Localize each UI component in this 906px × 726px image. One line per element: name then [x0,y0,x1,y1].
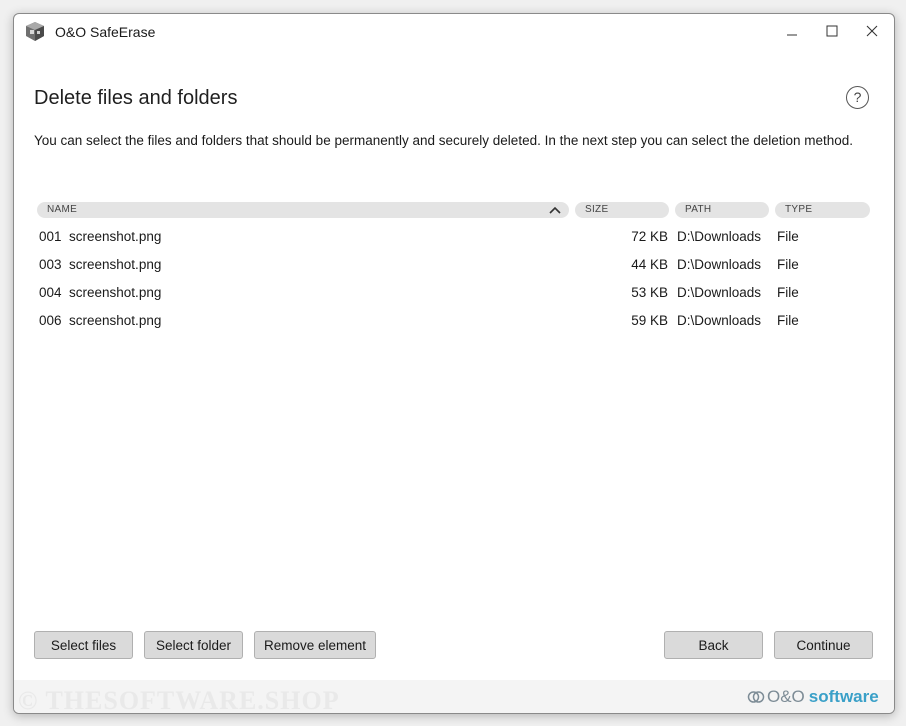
back-button[interactable]: Back [664,631,763,659]
cell-path: D:\Downloads [677,229,762,244]
column-header-type[interactable]: TYPE [775,202,870,218]
cell-size: 53 KB [631,285,668,300]
table-row[interactable]: 001 screenshot.png 72 KB D:\Downloads Fi… [14,224,894,252]
column-header-label: PATH [685,204,712,215]
app-window: O&O SafeErase Delete files and folders ?… [13,13,895,714]
cell-path: D:\Downloads [677,257,762,272]
oo-logo-icon [747,691,765,703]
title-bar[interactable]: O&O SafeErase [14,14,894,50]
column-header-label: TYPE [785,204,813,215]
cell-size: 59 KB [631,313,668,328]
cell-size: 44 KB [631,257,668,272]
cell-size: 72 KB [631,229,668,244]
cell-type: File [777,257,799,272]
cell-type: File [777,313,799,328]
maximize-icon [826,25,838,37]
column-header-size[interactable]: SIZE [575,202,669,218]
column-header-path[interactable]: PATH [675,202,769,218]
maximize-button[interactable] [812,14,852,48]
cell-path: D:\Downloads [677,313,762,328]
continue-button[interactable]: Continue [774,631,873,659]
minimize-button[interactable] [772,14,812,48]
remove-element-button[interactable]: Remove element [254,631,376,659]
brand-suffix: software [808,687,879,706]
help-icon[interactable]: ? [846,86,869,109]
cell-type: File [777,229,799,244]
table-row[interactable]: 006 screenshot.png 59 KB D:\Downloads Fi… [14,308,894,336]
watermark: © THESOFTWARE.SHOP [18,686,340,714]
table-row[interactable]: 003 screenshot.png 44 KB D:\Downloads Fi… [14,252,894,280]
page-description: You can select the files and folders tha… [34,133,854,148]
cell-name: 001 screenshot.png [39,229,162,244]
cell-name: 004 screenshot.png [39,285,162,300]
cell-name: 006 screenshot.png [39,313,162,328]
close-icon [866,25,878,37]
footer-bar: © THESOFTWARE.SHOP O&O software [14,680,894,713]
cell-path: D:\Downloads [677,285,762,300]
page-title: Delete files and folders [34,87,238,109]
select-files-button[interactable]: Select files [34,631,133,659]
cell-type: File [777,285,799,300]
brand-prefix: O&O [767,687,805,706]
minimize-icon [787,34,797,36]
table-row[interactable]: 004 screenshot.png 53 KB D:\Downloads Fi… [14,280,894,308]
cell-name: 003 screenshot.png [39,257,162,272]
chevron-up-icon [549,206,561,214]
window-title: O&O SafeErase [55,24,156,40]
close-button[interactable] [852,14,892,48]
column-header-label: NAME [47,204,78,215]
select-folder-button[interactable]: Select folder [144,631,243,659]
safeerase-app-icon [24,21,46,43]
brand-logo: O&O software [747,687,879,707]
column-header-name[interactable]: NAME [37,202,569,218]
column-header-label: SIZE [585,204,609,215]
